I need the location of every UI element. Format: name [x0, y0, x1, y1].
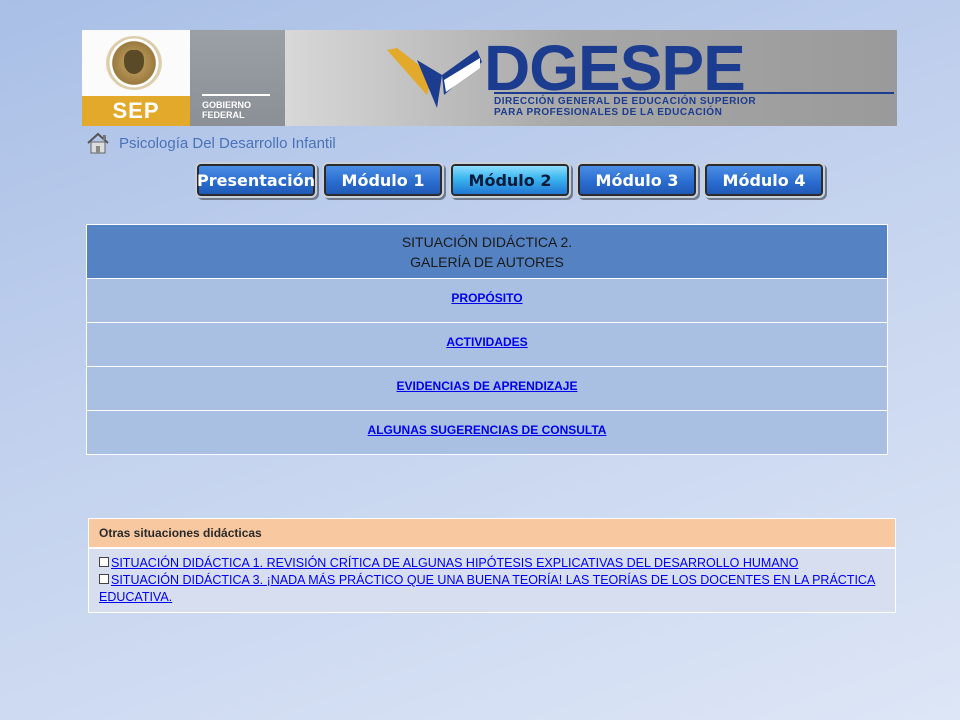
- link-evidencias[interactable]: EVIDENCIAS DE APRENDIZAJE: [397, 379, 578, 393]
- gobierno-line2: FEDERAL: [202, 110, 245, 120]
- other-situations-list: SITUACIÓN DIDÁCTICA 1. REVISIÓN CRÍTICA …: [88, 548, 896, 613]
- dgespe-book-icon: [387, 48, 482, 108]
- tab-modulo-2[interactable]: Módulo 2: [449, 162, 571, 198]
- other-situations-panel: Otras situaciones didácticas SITUACIÓN D…: [88, 518, 896, 613]
- list-item: SITUACIÓN DIDÁCTICA 3. ¡NADA MÁS PRÁCTIC…: [99, 572, 885, 606]
- row-cell-sugerencias: ALGUNAS SUGERENCIAS DE CONSULTA: [87, 411, 888, 455]
- other-situations-header: Otras situaciones didácticas: [88, 518, 896, 548]
- table-row: EVIDENCIAS DE APRENDIZAJE: [86, 366, 888, 411]
- table-row: ACTIVIDADES: [86, 322, 888, 367]
- home-icon[interactable]: [86, 132, 110, 154]
- dgespe-line2: PARA PROFESIONALES DE LA EDUCACIÓN: [494, 107, 723, 118]
- dgespe-title: DGESPE: [484, 32, 746, 104]
- dgespe-underline: [494, 92, 894, 94]
- link-situacion-1[interactable]: SITUACIÓN DIDÁCTICA 1. REVISIÓN CRÍTICA …: [111, 556, 798, 570]
- sep-label: SEP: [82, 96, 190, 126]
- coat-of-arms-icon: [106, 36, 162, 90]
- breadcrumb: Psicología Del Desarrollo Infantil: [86, 131, 336, 155]
- bullet-icon: [99, 557, 109, 567]
- link-situacion-3[interactable]: SITUACIÓN DIDÁCTICA 3. ¡NADA MÁS PRÁCTIC…: [99, 573, 875, 604]
- gobierno-federal-text: GOBIERNO FEDERAL: [202, 100, 251, 120]
- situation-header-cell: SITUACIÓN DIDÁCTICA 2. GALERÍA DE AUTORE…: [87, 225, 888, 279]
- link-sugerencias[interactable]: ALGUNAS SUGERENCIAS DE CONSULTA: [368, 423, 607, 437]
- row-cell-proposito: PROPÓSITO: [87, 279, 888, 323]
- tab-modulo-4[interactable]: Módulo 4: [703, 162, 825, 198]
- situation-header: SITUACIÓN DIDÁCTICA 2. GALERÍA DE AUTORE…: [86, 224, 888, 279]
- header-banner: SEP GOBIERNO FEDERAL DGESPE DIRECCIÓN GE…: [82, 30, 897, 126]
- tab-modulo-3[interactable]: Módulo 3: [576, 162, 698, 198]
- gobierno-federal-block: GOBIERNO FEDERAL: [190, 30, 285, 126]
- tab-modulo-1[interactable]: Módulo 1: [322, 162, 444, 198]
- dgespe-line1: DIRECCIÓN GENERAL DE EDUCACIÓN SUPERIOR: [494, 96, 757, 107]
- list-item: SITUACIÓN DIDÁCTICA 1. REVISIÓN CRÍTICA …: [99, 555, 885, 572]
- bullet-icon: [99, 574, 109, 584]
- sep-logo: SEP: [82, 30, 190, 126]
- row-cell-actividades: ACTIVIDADES: [87, 323, 888, 367]
- dgespe-subtitle: DIRECCIÓN GENERAL DE EDUCACIÓN SUPERIOR …: [494, 96, 756, 118]
- link-proposito[interactable]: PROPÓSITO: [451, 291, 522, 305]
- gobierno-line1: GOBIERNO: [202, 100, 252, 110]
- situation-title: SITUACIÓN DIDÁCTICA 2.: [401, 233, 573, 250]
- situation-subtitle: GALERÍA DE AUTORES: [410, 253, 564, 270]
- link-actividades[interactable]: ACTIVIDADES: [446, 335, 527, 349]
- row-cell-evidencias: EVIDENCIAS DE APRENDIZAJE: [87, 367, 888, 411]
- module-nav: Presentación Módulo 1 Módulo 2 Módulo 3 …: [195, 162, 825, 198]
- gobierno-divider: [202, 94, 270, 96]
- situation-table: SITUACIÓN DIDÁCTICA 2. GALERÍA DE AUTORE…: [86, 224, 888, 455]
- table-row: PROPÓSITO: [86, 278, 888, 323]
- tab-presentacion[interactable]: Presentación: [195, 162, 317, 198]
- course-title: Psicología Del Desarrollo Infantil: [119, 134, 336, 152]
- table-row: ALGUNAS SUGERENCIAS DE CONSULTA: [86, 410, 888, 455]
